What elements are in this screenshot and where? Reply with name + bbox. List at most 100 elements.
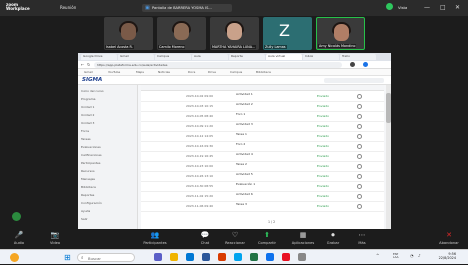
browser-tab[interactable]: Trello [340, 54, 376, 60]
tray-chevron-icon[interactable]: ^ [376, 253, 379, 258]
table-row[interactable]: 2023-11-02 15:20 Actividad 6 Enviado [141, 192, 384, 202]
sidebar-item[interactable]: Evaluaciones [81, 145, 101, 149]
clock[interactable]: 9:56 22/8/2024 [428, 252, 456, 260]
apps-button[interactable]: ▦ Aplicaciones [288, 231, 318, 245]
participant-tile[interactable]: Z Zully Lamas [263, 17, 312, 50]
close-button[interactable]: ✕ [455, 4, 460, 11]
sidebar-item[interactable]: Configuración [81, 201, 102, 205]
row-select-radio[interactable] [357, 144, 362, 149]
table-row[interactable]: 2023-10-26 13:10 Actividad 5 Enviado [141, 172, 384, 182]
bookmark[interactable]: Biblioteca [256, 70, 271, 74]
sidebar-item[interactable]: Unidad 3 [81, 121, 94, 125]
share-button[interactable]: ⬆ Compartir [252, 231, 282, 245]
table-row[interactable]: 2023-10-05 08:40 Foro 1 Enviado [141, 112, 384, 122]
browser-tab[interactable]: Inbox [303, 54, 339, 60]
security-shield-icon[interactable] [386, 3, 393, 10]
share-banner[interactable]: ▣ Pantalla de BARRERA YOSMA IS... [142, 4, 232, 12]
zoom-icon[interactable] [266, 253, 274, 261]
store-icon[interactable] [234, 253, 242, 261]
row-select-radio[interactable] [357, 124, 362, 129]
sidebar-item[interactable]: Inicio del curso [81, 89, 104, 93]
browser-tab[interactable]: Aula [192, 54, 228, 60]
table-row[interactable]: 2023-10-19 16:45 Actividad 4 Enviado [141, 152, 384, 162]
browser-tab[interactable]: Google Drive [81, 54, 117, 60]
audio-button[interactable]: 🎤 Audio [4, 231, 34, 245]
sidebar-item[interactable]: Mensajes [81, 177, 95, 181]
windows-start-icon[interactable]: ⊞ [64, 253, 71, 262]
browser-tab[interactable]: Reporte [229, 54, 265, 60]
sidebar-item[interactable]: Programa [81, 97, 96, 101]
sidebar-item[interactable]: Reportes [81, 193, 94, 197]
minimize-button[interactable]: — [424, 4, 430, 11]
maximize-button[interactable]: □ [440, 4, 446, 11]
scrollbar[interactable] [386, 85, 391, 229]
reload-icon[interactable]: ↻ [87, 62, 90, 67]
wifi-icon[interactable]: ◔ [410, 253, 414, 258]
teams-icon[interactable] [154, 253, 162, 261]
participant-tile-active[interactable]: Amy Nicolás Mondino [316, 17, 365, 50]
sidebar-item[interactable]: Biblioteca [81, 185, 96, 189]
sidebar-item[interactable]: Tareas [81, 137, 91, 141]
word-icon[interactable] [202, 253, 210, 261]
participant-tile[interactable]: Camilo Moreno [157, 17, 206, 50]
sidebar-item[interactable]: Ayuda [81, 209, 90, 213]
table-row[interactable]: 2023-10-09 11:20 Actividad 3 Enviado [141, 122, 384, 132]
chat-button[interactable]: 💬 Chat [190, 231, 220, 245]
excel-icon[interactable] [250, 253, 258, 261]
row-select-radio[interactable] [357, 184, 362, 189]
chrome-icon[interactable] [282, 253, 290, 261]
browser-tab[interactable]: Gmail [118, 54, 154, 60]
edge-icon[interactable] [186, 253, 194, 261]
office-icon[interactable] [218, 253, 226, 261]
bookmark[interactable]: YouTube [108, 70, 120, 74]
taskbar-search-input[interactable]: ⌕ Buscar [77, 253, 135, 262]
sidebar-item[interactable]: Unidad 2 [81, 113, 94, 117]
participant-tile[interactable]: MARTHA YAHAIRA LUNA... [210, 17, 259, 50]
table-row[interactable]: 2023-10-03 10:15 Actividad 2 Enviado [141, 102, 384, 112]
bookmark[interactable]: Gmail [84, 70, 93, 74]
sidebar-item[interactable]: Participantes [81, 161, 100, 165]
weather-icon[interactable] [10, 253, 19, 262]
back-icon[interactable]: ← [81, 62, 84, 67]
table-row[interactable]: 2023-10-12 14:05 Tarea 1 Enviado [141, 132, 384, 142]
bookmark[interactable]: Maps [136, 70, 144, 74]
video-button[interactable]: 📷 Video [40, 231, 70, 245]
table-row[interactable]: 2023-10-30 08:55 Evaluación 1 Enviado [141, 182, 384, 192]
row-select-radio[interactable] [357, 174, 362, 179]
sidebar-item[interactable]: Foros [81, 129, 89, 133]
sidebar-item[interactable]: Salir [81, 217, 88, 221]
react-button[interactable]: ♡ Reaccionar [220, 231, 250, 245]
url-field[interactable]: https://app.plataforma.edu.co/aula/activ… [94, 62, 342, 68]
bookmark[interactable]: Drive [208, 70, 216, 74]
row-select-radio[interactable] [357, 204, 362, 209]
account-avatar[interactable] [363, 62, 368, 67]
view-button[interactable]: Vista [398, 5, 407, 10]
browser-tab-active[interactable]: Aula virtual [266, 54, 302, 60]
recording-indicator[interactable] [12, 212, 21, 221]
more-button[interactable]: ⋯ Más [347, 231, 377, 245]
settings-icon[interactable] [298, 253, 306, 261]
app-search-input[interactable] [324, 78, 384, 83]
language-indicator[interactable]: ESP LAA [393, 252, 399, 259]
bookmark[interactable]: Docs [188, 70, 195, 74]
scrollbar-thumb[interactable] [386, 93, 391, 123]
row-select-radio[interactable] [357, 104, 362, 109]
row-select-radio[interactable] [357, 134, 362, 139]
table-row[interactable]: 2023-10-16 09:30 Foro 2 Enviado [141, 142, 384, 152]
leave-button[interactable]: ✕ Abandonar [434, 231, 464, 245]
file-explorer-icon[interactable] [170, 253, 178, 261]
profile-icon[interactable] [350, 62, 355, 67]
table-row[interactable]: 2023-10-23 10:00 Tarea 2 Enviado [141, 162, 384, 172]
participants-button[interactable]: 👥 Participantes [140, 231, 170, 245]
bookmark[interactable]: Campus [230, 70, 242, 74]
row-select-radio[interactable] [357, 114, 362, 119]
row-select-radio[interactable] [357, 164, 362, 169]
sidebar-item[interactable]: Recursos [81, 169, 95, 173]
row-select-radio[interactable] [357, 194, 362, 199]
sidebar-item[interactable]: Calificaciones [81, 153, 102, 157]
bookmark[interactable]: Noticias [158, 70, 170, 74]
table-row[interactable]: 2023-10-02 09:00 Actividad 1 Enviado [141, 92, 384, 102]
browser-tab[interactable]: Campus [155, 54, 191, 60]
table-row[interactable]: 2023-11-06 09:40 Tarea 3 Enviado [141, 202, 384, 212]
volume-icon[interactable]: ♪ [418, 253, 421, 258]
